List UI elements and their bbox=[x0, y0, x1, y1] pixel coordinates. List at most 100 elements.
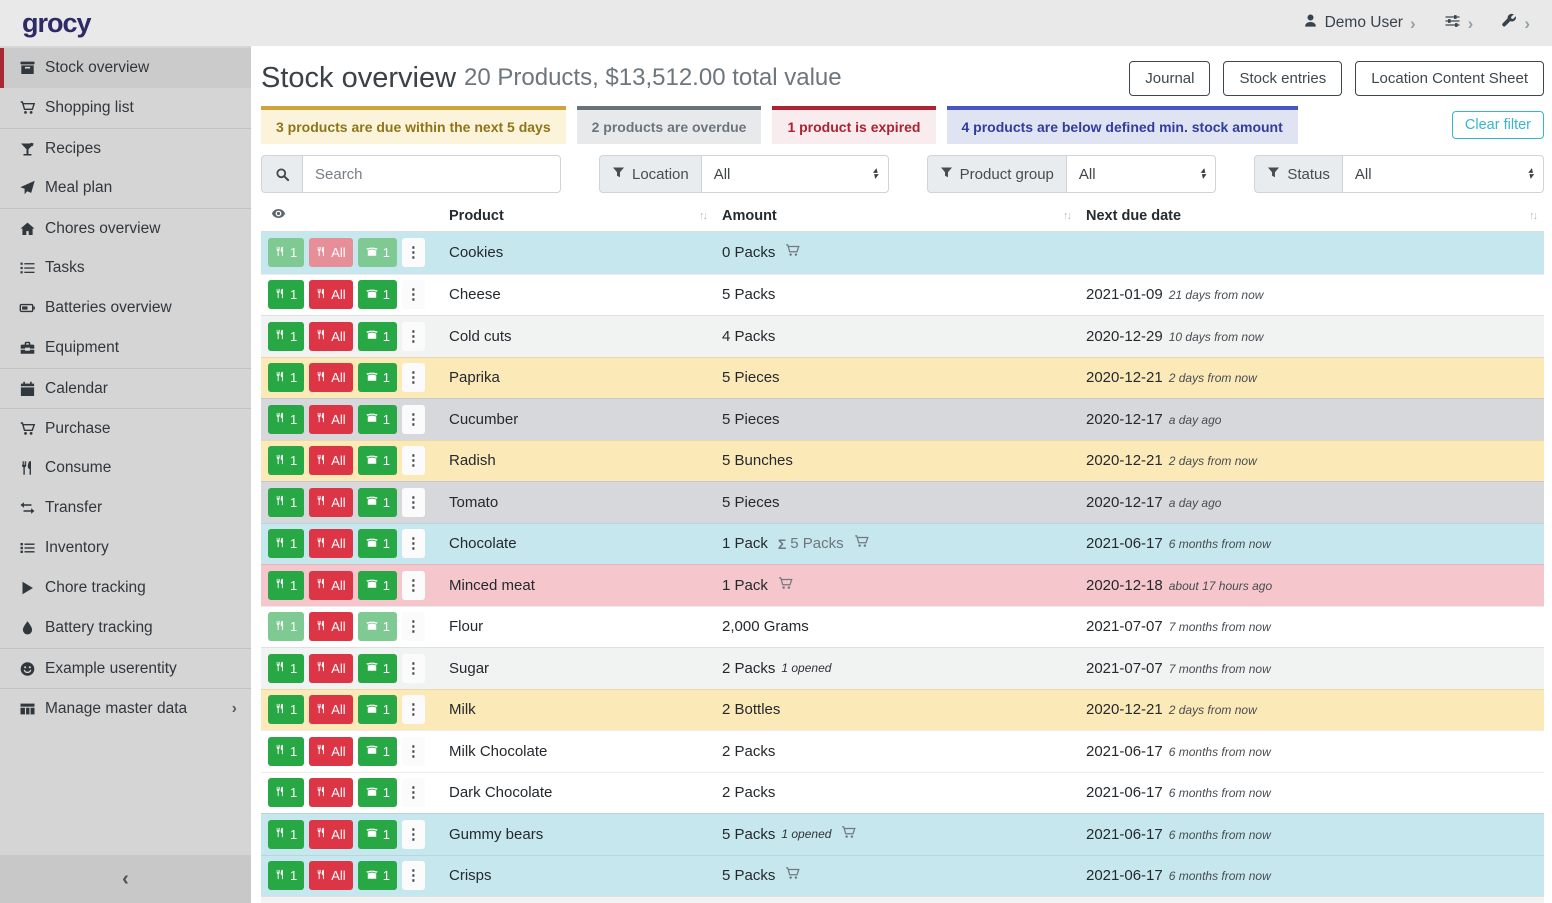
row-menu-button[interactable]: ⋮ bbox=[402, 280, 425, 309]
grocy-logo[interactable]: grocy bbox=[22, 8, 91, 39]
consume-all-button[interactable]: All bbox=[309, 529, 352, 558]
sidebar-item-recipes[interactable]: Recipes bbox=[0, 128, 251, 168]
consume-one-button[interactable]: 1 bbox=[268, 654, 304, 683]
consume-one-button[interactable]: 1 bbox=[268, 446, 304, 475]
row-menu-button[interactable]: ⋮ bbox=[402, 405, 425, 434]
location-content-sheet-button[interactable]: Location Content Sheet bbox=[1355, 61, 1544, 96]
open-one-button[interactable]: 1 bbox=[358, 612, 397, 641]
consume-all-button[interactable]: All bbox=[309, 737, 352, 766]
consume-all-button[interactable]: All bbox=[309, 612, 352, 641]
open-one-button[interactable]: 1 bbox=[358, 654, 397, 683]
consume-all-button[interactable]: All bbox=[309, 571, 352, 600]
consume-all-button[interactable]: All bbox=[309, 861, 352, 890]
column-header-due-date[interactable]: Next due date ↑↓ bbox=[1078, 200, 1544, 231]
sidebar-item-example-userentity[interactable]: Example userentity bbox=[0, 648, 251, 688]
column-header-amount[interactable]: Amount ↑↓ bbox=[714, 200, 1078, 231]
sidebar-item-meal-plan[interactable]: Meal plan bbox=[0, 168, 251, 208]
row-menu-button[interactable]: ⋮ bbox=[402, 737, 425, 766]
journal-button[interactable]: Journal bbox=[1129, 61, 1210, 96]
row-menu-button[interactable]: ⋮ bbox=[402, 238, 425, 267]
settings-menu[interactable]: › bbox=[1444, 13, 1474, 34]
visibility-column-header[interactable] bbox=[261, 206, 441, 226]
consume-all-button[interactable]: All bbox=[309, 488, 352, 517]
open-one-button[interactable]: 1 bbox=[358, 529, 397, 558]
sidebar-item-chore-tracking[interactable]: Chore tracking bbox=[0, 568, 251, 608]
consume-one-button[interactable]: 1 bbox=[268, 322, 304, 351]
consume-one-button[interactable]: 1 bbox=[268, 861, 304, 890]
consume-one-button[interactable]: 1 bbox=[268, 363, 304, 392]
row-menu-button[interactable]: ⋮ bbox=[402, 571, 425, 600]
filter-select[interactable]: All ▴▾ bbox=[701, 155, 889, 193]
open-one-button[interactable]: 1 bbox=[358, 820, 397, 849]
filter-select[interactable]: All ▴▾ bbox=[1342, 155, 1544, 193]
sidebar-item-chores-overview[interactable]: Chores overview bbox=[0, 208, 251, 248]
filter-alert-danger[interactable]: 1 product is expired bbox=[772, 106, 935, 144]
sidebar-item-inventory[interactable]: Inventory bbox=[0, 528, 251, 568]
consume-all-button[interactable]: All bbox=[309, 446, 352, 475]
sidebar-item-shopping-list[interactable]: Shopping list bbox=[0, 88, 251, 128]
consume-all-button[interactable]: All bbox=[309, 820, 352, 849]
user-menu[interactable]: Demo User › bbox=[1303, 13, 1416, 33]
consume-all-button[interactable]: All bbox=[309, 363, 352, 392]
sidebar-item-batteries-overview[interactable]: Batteries overview bbox=[0, 288, 251, 328]
open-one-button[interactable]: 1 bbox=[358, 488, 397, 517]
sidebar-item-equipment[interactable]: Equipment bbox=[0, 328, 251, 368]
filter-alert-info[interactable]: 4 products are below defined min. stock … bbox=[947, 106, 1298, 144]
filter-select[interactable]: All ▴▾ bbox=[1066, 155, 1216, 193]
sidebar-item-stock-overview[interactable]: Stock overview bbox=[0, 48, 251, 88]
row-menu-button[interactable]: ⋮ bbox=[402, 861, 425, 890]
row-menu-button[interactable]: ⋮ bbox=[402, 695, 425, 724]
open-one-button[interactable]: 1 bbox=[358, 778, 397, 807]
consume-one-button[interactable]: 1 bbox=[268, 571, 304, 600]
open-one-button[interactable]: 1 bbox=[358, 238, 397, 267]
row-menu-button[interactable]: ⋮ bbox=[402, 778, 425, 807]
sidebar-item-tasks[interactable]: Tasks bbox=[0, 248, 251, 288]
row-menu-button[interactable]: ⋮ bbox=[402, 654, 425, 683]
consume-one-button[interactable]: 1 bbox=[268, 778, 304, 807]
clear-filter-button[interactable]: Clear filter bbox=[1452, 111, 1544, 139]
open-one-button[interactable]: 1 bbox=[358, 280, 397, 309]
consume-all-button[interactable]: All bbox=[309, 778, 352, 807]
consume-all-button[interactable]: All bbox=[309, 654, 352, 683]
row-menu-button[interactable]: ⋮ bbox=[402, 488, 425, 517]
consume-all-button[interactable]: All bbox=[309, 695, 352, 724]
open-one-button[interactable]: 1 bbox=[358, 571, 397, 600]
row-menu-button[interactable]: ⋮ bbox=[402, 820, 425, 849]
open-one-button[interactable]: 1 bbox=[358, 363, 397, 392]
sidebar-item-calendar[interactable]: Calendar bbox=[0, 368, 251, 408]
filter-alert-warning[interactable]: 3 products are due within the next 5 day… bbox=[261, 106, 566, 144]
consume-one-button[interactable]: 1 bbox=[268, 280, 304, 309]
consume-one-button[interactable]: 1 bbox=[268, 405, 304, 434]
row-menu-button[interactable]: ⋮ bbox=[402, 529, 425, 558]
consume-all-button[interactable]: All bbox=[309, 238, 352, 267]
consume-one-button[interactable]: 1 bbox=[268, 820, 304, 849]
sidebar-item-purchase[interactable]: Purchase bbox=[0, 408, 251, 448]
sidebar-item-battery-tracking[interactable]: Battery tracking bbox=[0, 608, 251, 648]
row-menu-button[interactable]: ⋮ bbox=[402, 446, 425, 475]
sidebar-collapse-button[interactable]: ‹ bbox=[0, 855, 251, 903]
consume-one-button[interactable]: 1 bbox=[268, 238, 304, 267]
column-header-product[interactable]: Product ↑↓ bbox=[441, 200, 714, 231]
open-one-button[interactable]: 1 bbox=[358, 322, 397, 351]
consume-all-button[interactable]: All bbox=[309, 405, 352, 434]
open-one-button[interactable]: 1 bbox=[358, 695, 397, 724]
open-one-button[interactable]: 1 bbox=[358, 861, 397, 890]
sidebar-item-transfer[interactable]: Transfer bbox=[0, 488, 251, 528]
consume-all-button[interactable]: All bbox=[309, 322, 352, 351]
search-input[interactable] bbox=[302, 155, 561, 193]
stock-entries-button[interactable]: Stock entries bbox=[1223, 61, 1342, 96]
sidebar-item-manage-master-data[interactable]: Manage master data › bbox=[0, 688, 251, 728]
sidebar-item-consume[interactable]: Consume bbox=[0, 448, 251, 488]
admin-menu[interactable]: › bbox=[1501, 13, 1530, 34]
consume-one-button[interactable]: 1 bbox=[268, 612, 304, 641]
open-one-button[interactable]: 1 bbox=[358, 405, 397, 434]
consume-all-button[interactable]: All bbox=[309, 280, 352, 309]
row-menu-button[interactable]: ⋮ bbox=[402, 612, 425, 641]
open-one-button[interactable]: 1 bbox=[358, 446, 397, 475]
open-one-button[interactable]: 1 bbox=[358, 737, 397, 766]
consume-one-button[interactable]: 1 bbox=[268, 695, 304, 724]
row-menu-button[interactable]: ⋮ bbox=[402, 363, 425, 392]
consume-one-button[interactable]: 1 bbox=[268, 488, 304, 517]
row-menu-button[interactable]: ⋮ bbox=[402, 322, 425, 351]
consume-one-button[interactable]: 1 bbox=[268, 737, 304, 766]
